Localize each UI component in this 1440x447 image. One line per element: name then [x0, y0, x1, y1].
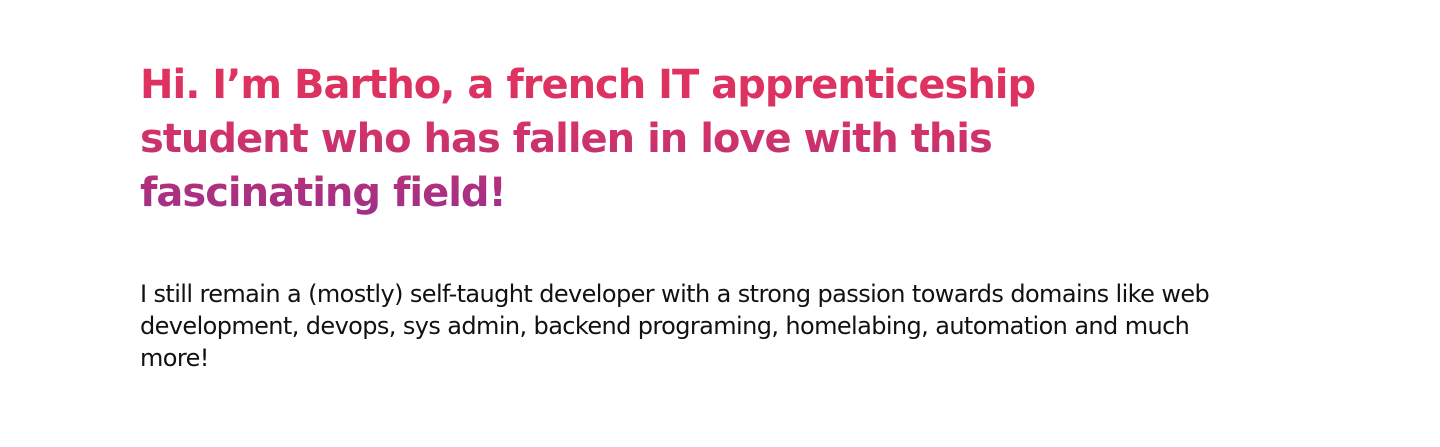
hero-bio: I still remain a (mostly) self-taught de… [140, 280, 1210, 372]
hero-headline: Hi. I’m Bartho, a french IT apprenticesh… [140, 58, 1100, 220]
hero-section: Hi. I’m Bartho, a french IT apprenticesh… [140, 58, 1240, 374]
